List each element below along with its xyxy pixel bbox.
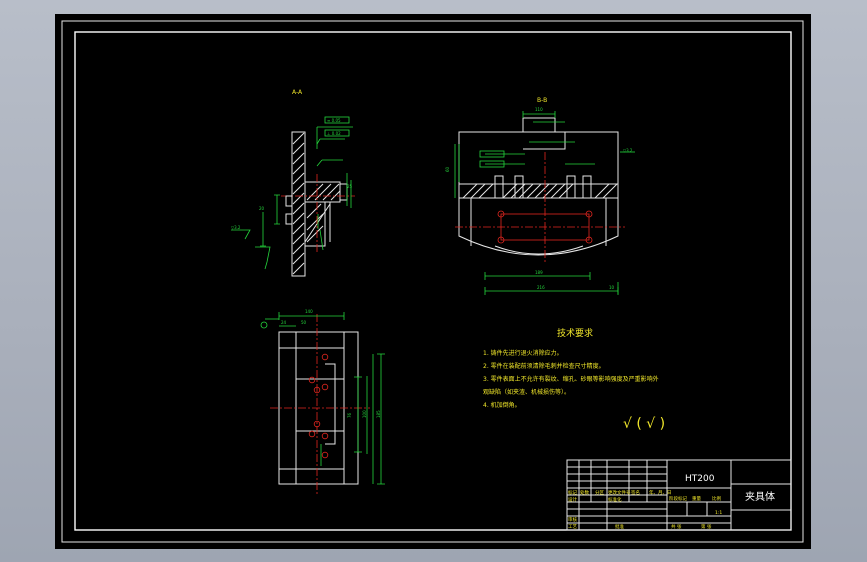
svg-text:⊥ 0.02: ⊥ 0.02 [327,131,341,136]
title-block: HT200 夹具体 标记 处数 分区 更改文件号 签名 年、月、日 设计 标准化… [566,459,792,531]
svg-text:110: 110 [535,107,543,112]
svg-text:≡ 0.05: ≡ 0.05 [327,118,341,123]
svg-text:76: 76 [347,412,352,418]
tech-item-3: 3. 零件表面上不允许有裂纹、缩孔、砂眼等影响强度及严重影响外 [483,375,659,383]
svg-text:比例: 比例 [712,495,721,502]
svg-text:批准: 批准 [615,523,624,530]
inner-sheet-border [74,31,792,531]
section-a-label: A-A [292,89,303,96]
section-b-view: B-B 110 60 189 216 10 ▽3.2 [445,97,635,295]
tech-title: 技术要求 [557,327,593,339]
svg-text:阶段标记: 阶段标记 [669,495,687,502]
svg-text:分区: 分区 [595,489,604,496]
svg-text:50: 50 [301,320,307,325]
tech-requirements: 技术要求 1. 铸件先进行退火消除应力。 2. 零件在装配前须清除毛刺并检查尺寸… [483,327,665,432]
svg-text:24: 24 [281,320,287,325]
svg-text:185: 185 [376,410,381,418]
svg-text:216: 216 [537,285,545,290]
svg-text:签名: 签名 [631,489,640,496]
svg-text:第 张: 第 张 [701,523,712,530]
svg-text:工艺: 工艺 [568,524,577,530]
roughness-symbol: √ ( √ ) [623,416,665,432]
plan-view: 140 24 50 76 100 185 [260,309,385,494]
svg-text:设计: 设计 [568,496,577,503]
svg-text:10: 10 [609,285,615,290]
svg-text:▽3.2: ▽3.2 [623,148,633,153]
svg-text:处数: 处数 [580,489,589,496]
drawing-canvas[interactable]: A-A ≡ 0.05 ⊥ 0.02 25 ▽3.2 20 B-B 110 60 … [55,14,811,549]
tech-item-2: 2. 零件在装配前须清除毛刺并检查尺寸精度。 [483,362,605,370]
svg-text:20: 20 [259,206,265,211]
svg-text:共 张: 共 张 [671,523,682,530]
svg-text:重量: 重量 [692,495,701,502]
material-text: HT200 [685,474,715,484]
tech-item-1: 1. 铸件先进行退火消除应力。 [483,349,563,357]
svg-text:标准化: 标准化 [608,496,622,503]
svg-text:100: 100 [362,410,367,418]
part-name-text: 夹具体 [745,490,775,503]
tech-item-4: 观缺陷（如夹渣、机械损伤等）。 [483,388,570,396]
section-b-label: B-B [537,97,547,104]
section-a-view: A-A ≡ 0.05 ⊥ 0.02 25 ▽3.2 20 [231,89,355,277]
svg-text:1:1: 1:1 [715,510,722,516]
svg-text:189: 189 [535,270,543,275]
svg-text:60: 60 [445,166,450,172]
svg-text:年、月、日: 年、月、日 [649,489,672,496]
svg-text:25: 25 [347,184,353,189]
svg-text:标记: 标记 [568,489,577,496]
svg-text:更改文件号: 更改文件号 [608,489,631,496]
svg-text:审核: 审核 [568,516,577,523]
svg-text:▽3.2: ▽3.2 [231,225,241,230]
outer-sheet-border [61,20,804,543]
svg-text:140: 140 [305,309,313,314]
tech-item-5: 4. 机加倒角。 [483,401,521,409]
cad-viewport[interactable]: A-A ≡ 0.05 ⊥ 0.02 25 ▽3.2 20 B-B 110 60 … [55,14,811,549]
